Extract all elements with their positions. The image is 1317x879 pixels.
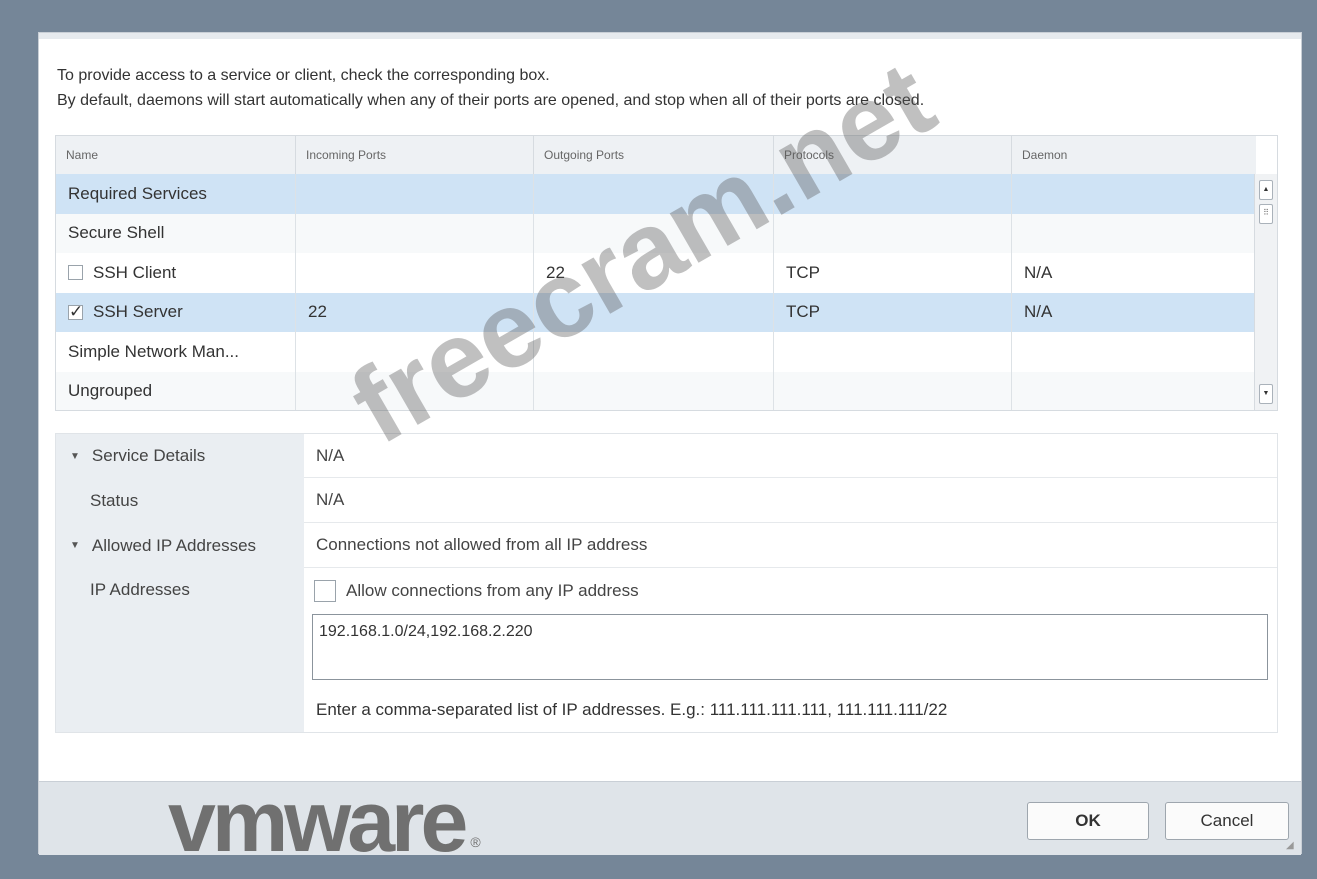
cell-daemon <box>1012 332 1256 372</box>
ssh-server-checkbox[interactable] <box>68 302 83 322</box>
ssh-client-label: SSH Client <box>93 262 177 282</box>
cell-incoming <box>296 371 534 410</box>
cell-incoming <box>296 174 534 214</box>
service-details-label: Service Details <box>91 446 206 465</box>
intro-line-1: To provide access to a service or client… <box>57 67 550 84</box>
table-row-secure-shell[interactable]: Secure Shell <box>56 213 1256 254</box>
intro-text: To provide access to a service or client… <box>57 63 924 113</box>
allowed-ip-header[interactable]: ▼ Allowed IP Addresses <box>56 523 304 568</box>
cell-outgoing: 22 <box>534 253 774 293</box>
cell-name: Simple Network Man... <box>56 332 296 372</box>
allowed-ip-label: Allowed IP Addresses <box>91 535 257 555</box>
collapse-triangle-icon: ▼ <box>70 540 80 551</box>
cell-name: Required Services <box>56 174 296 214</box>
table-header: Name Incoming Ports Outgoing Ports Proto… <box>56 136 1256 175</box>
ssh-server-label: SSH Server <box>93 302 183 322</box>
status-row: Status N/A <box>56 478 1277 523</box>
table-row-required-services[interactable]: Required Services <box>56 174 1256 214</box>
status-value: N/A <box>304 478 1277 523</box>
scroll-up-icon[interactable]: ▲ <box>1259 180 1273 200</box>
cell-outgoing <box>534 292 774 332</box>
logo-text: vmware <box>168 774 468 870</box>
cell-incoming <box>296 253 534 293</box>
column-header-outgoing-ports[interactable]: Outgoing Ports <box>534 136 774 174</box>
allowed-ip-row: ▼ Allowed IP Addresses Connections not a… <box>56 523 1277 568</box>
service-details-value: N/A <box>304 434 1277 478</box>
details-panel: ▼ Service Details N/A Status N/A ▼ Allow… <box>55 433 1278 733</box>
cell-incoming <box>296 213 534 253</box>
cell-outgoing <box>534 371 774 410</box>
allow-any-ip-option[interactable]: Allow connections from any IP address <box>314 580 639 602</box>
column-header-name[interactable]: Name <box>56 136 296 174</box>
allow-any-ip-label: Allow connections from any IP address <box>346 581 639 600</box>
ip-addresses-block: Allow connections from any IP address 19… <box>304 568 1277 732</box>
vmware-logo: vmware ® <box>168 772 481 872</box>
firewall-dialog: To provide access to a service or client… <box>38 32 1302 855</box>
allowed-ip-value: Connections not allowed from all IP addr… <box>304 523 1277 568</box>
service-details-header[interactable]: ▼ Service Details <box>56 434 304 478</box>
allow-any-ip-checkbox[interactable] <box>314 580 336 602</box>
cell-protocols <box>774 332 1012 372</box>
table-row-ssh-client[interactable]: SSH Client 22 TCP N/A <box>56 253 1256 293</box>
service-details-row: ▼ Service Details N/A <box>56 434 1277 478</box>
ip-addresses-input[interactable]: 192.168.1.0/24,192.168.2.220 <box>312 614 1268 680</box>
cell-outgoing <box>534 213 774 253</box>
cell-daemon: N/A <box>1024 302 1053 322</box>
table-body: Required Services Secure Shell SSH Clien… <box>56 174 1256 411</box>
cell-outgoing <box>534 332 774 372</box>
cell-daemon <box>1012 174 1256 214</box>
cell-protocols: TCP <box>774 253 1012 293</box>
cell-name: SSH Server <box>56 292 296 332</box>
ip-addresses-hint: Enter a comma-separated list of IP addre… <box>316 700 948 719</box>
scroll-down-icon[interactable]: ▼ <box>1259 384 1273 404</box>
table-scrollbar[interactable]: ▲ ⠿ ▼ <box>1254 174 1277 410</box>
column-header-protocols[interactable]: Protocols <box>774 136 1012 174</box>
resize-grip-icon[interactable]: ◢ <box>1286 840 1298 852</box>
dialog-top-strip <box>39 33 1301 39</box>
cell-daemon <box>1012 372 1256 411</box>
cell-daemon <box>1012 214 1256 254</box>
cancel-button[interactable]: Cancel <box>1165 802 1289 840</box>
cell-name: Secure Shell <box>56 213 296 253</box>
ip-addresses-label: IP Addresses <box>56 568 304 732</box>
logo-registered-mark: ® <box>470 834 481 850</box>
column-header-daemon[interactable]: Daemon <box>1012 136 1256 174</box>
ssh-client-checkbox[interactable] <box>68 265 83 281</box>
services-table: Name Incoming Ports Outgoing Ports Proto… <box>55 135 1278 411</box>
table-row-ungrouped[interactable]: Ungrouped <box>56 371 1256 411</box>
intro-line-2: By default, daemons will start automatic… <box>57 92 925 109</box>
scroll-thumb-icon[interactable]: ⠿ <box>1259 204 1273 224</box>
cell-incoming: 22 <box>296 292 534 332</box>
cell-outgoing <box>534 174 774 214</box>
cell-incoming <box>296 332 534 372</box>
cell-daemon: N/A <box>1024 262 1053 282</box>
cell-protocols: TCP <box>774 292 1012 332</box>
cell-name: SSH Client <box>56 253 296 293</box>
cell-protocols <box>774 213 1012 253</box>
cell-protocols <box>774 174 1012 214</box>
ok-button[interactable]: OK <box>1027 802 1149 840</box>
status-label: Status <box>56 478 304 523</box>
cell-protocols <box>774 371 1012 410</box>
table-row-simple-network-management[interactable]: Simple Network Man... <box>56 332 1256 372</box>
cell-name: Ungrouped <box>56 371 296 410</box>
column-header-incoming-ports[interactable]: Incoming Ports <box>296 136 534 174</box>
collapse-triangle-icon: ▼ <box>70 450 80 462</box>
table-row-ssh-server[interactable]: SSH Server 22 TCP N/A <box>56 292 1256 332</box>
